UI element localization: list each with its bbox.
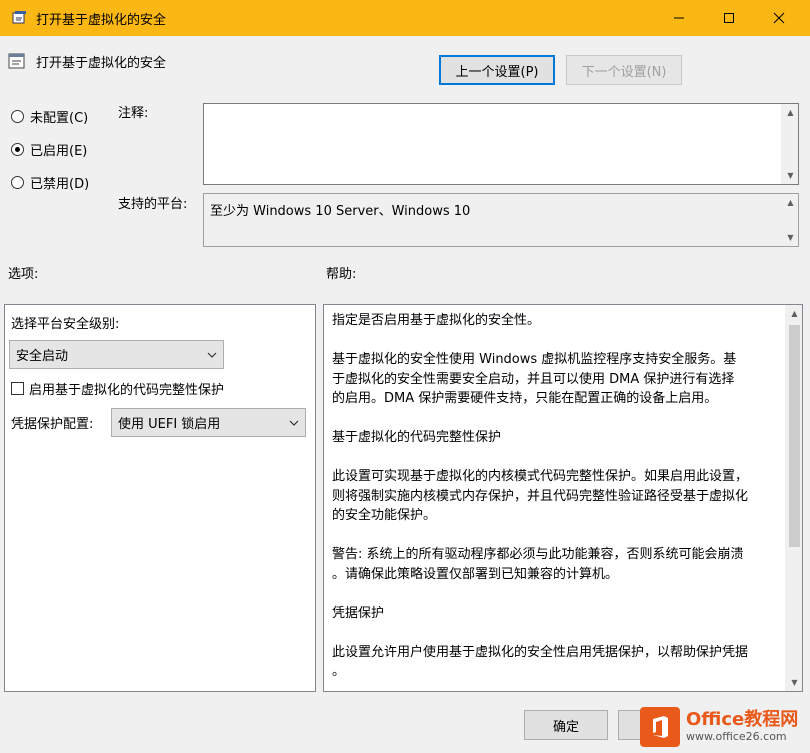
radio-label: 已禁用(D) — [30, 177, 90, 192]
ok-button[interactable]: 确定 — [524, 710, 608, 740]
comment-scrollbar[interactable]: ▲ ▼ — [781, 104, 798, 184]
radio-enabled[interactable]: 已启用(E) — [11, 140, 87, 159]
radio-label: 未配置(C) — [30, 111, 89, 126]
radio-circle — [11, 176, 24, 189]
watermark-url: www.office26.com — [686, 730, 787, 743]
office-logo-icon — [640, 706, 680, 747]
supported-value: 至少为 Windows 10 Server、Windows 10 — [210, 204, 471, 219]
options-title: 选项: — [8, 267, 39, 282]
help-paragraph: 指定是否启用基于虚拟化的安全性。 — [332, 313, 541, 328]
maximize-icon — [724, 13, 734, 23]
scroll-up-icon[interactable]: ▲ — [782, 194, 799, 211]
help-text: 指定是否启用基于虚拟化的安全性。 基于虚拟化的安全性使用 Windows 虚拟机… — [332, 311, 778, 682]
minimize-icon — [674, 17, 684, 19]
radio-not-configured[interactable]: 未配置(C) — [11, 107, 88, 126]
supported-platforms-field: 至少为 Windows 10 Server、Windows 10 ▲ ▼ — [203, 193, 799, 247]
supported-label: 支持的平台: — [118, 197, 188, 212]
watermark-title: Office教程网 — [686, 709, 799, 730]
previous-setting-button[interactable]: 上一个设置(P) — [439, 55, 555, 85]
help-paragraph: 基于虚拟化的安全性使用 Windows 虚拟机监控程序支持安全服务。基 于虚拟化… — [332, 352, 737, 406]
scroll-down-icon[interactable]: ▼ — [782, 229, 799, 246]
radio-circle — [11, 110, 24, 123]
platform-level-label: 选择平台安全级别: — [11, 317, 120, 332]
radio-disabled[interactable]: 已禁用(D) — [11, 173, 89, 192]
options-panel: 选择平台安全级别: 安全启动 启用基于虚拟化的代码完整性保护 凭据保护配置: 使… — [4, 304, 316, 692]
code-integrity-label: 启用基于虚拟化的代码完整性保护 — [29, 383, 225, 398]
checkbox-box — [11, 382, 24, 395]
help-paragraph: 此设置可实现基于虚拟化的内核模式代码完整性保护。如果启用此设置， 则将强制实施内… — [332, 469, 749, 523]
radio-label: 已启用(E) — [30, 144, 88, 159]
comment-label: 注释: — [118, 106, 149, 121]
credential-guard-select[interactable]: 使用 UEFI 锁启用 — [111, 408, 306, 437]
comment-textarea[interactable]: ▲ ▼ — [203, 103, 799, 185]
policy-setting-icon — [8, 53, 25, 69]
help-paragraph: 凭据保护 — [332, 605, 385, 621]
scroll-down-icon[interactable]: ▼ — [786, 674, 802, 691]
scroll-up-icon[interactable]: ▲ — [786, 305, 802, 322]
title-bar[interactable]: 打开基于虚拟化的安全 — [0, 0, 810, 36]
credential-guard-value: 使用 UEFI 锁启用 — [118, 417, 221, 432]
scroll-thumb[interactable] — [789, 325, 800, 547]
watermark: Office教程网 www.office26.com — [640, 700, 810, 753]
help-panel: 指定是否启用基于虚拟化的安全性。 基于虚拟化的安全性使用 Windows 虚拟机… — [323, 304, 803, 692]
help-paragraph: 此设置允许用户使用基于虚拟化的安全性启用凭据保护，以帮助保护凭据 。 — [332, 644, 749, 680]
scroll-up-icon[interactable]: ▲ — [782, 104, 799, 121]
next-setting-button[interactable]: 下一个设置(N) — [566, 55, 682, 85]
platform-level-value: 安全启动 — [16, 349, 69, 364]
chevron-down-icon — [207, 352, 217, 358]
help-title: 帮助: — [326, 267, 357, 282]
help-paragraph: 警告: 系统上的所有驱动程序都必须与此功能兼容，否则系统可能会崩溃 。请确保此策… — [332, 547, 744, 582]
radio-circle-checked — [11, 143, 24, 156]
policy-name: 打开基于虚拟化的安全 — [36, 56, 167, 71]
window-title: 打开基于虚拟化的安全 — [36, 12, 167, 28]
chevron-down-icon — [289, 420, 299, 426]
credential-guard-label: 凭据保护配置: — [11, 417, 94, 432]
help-scrollbar[interactable]: ▲ ▼ — [785, 305, 802, 691]
maximize-button[interactable] — [706, 0, 752, 36]
close-button[interactable] — [756, 0, 802, 36]
supported-scrollbar[interactable]: ▲ ▼ — [781, 194, 798, 246]
platform-level-select[interactable]: 安全启动 — [9, 340, 224, 369]
help-paragraph: 基于虚拟化的代码完整性保护 — [332, 430, 502, 445]
close-icon — [773, 12, 785, 24]
scroll-down-icon[interactable]: ▼ — [782, 167, 799, 184]
code-integrity-checkbox[interactable]: 启用基于虚拟化的代码完整性保护 — [11, 379, 224, 398]
policy-editor-icon — [12, 11, 26, 24]
minimize-button[interactable] — [656, 0, 702, 36]
